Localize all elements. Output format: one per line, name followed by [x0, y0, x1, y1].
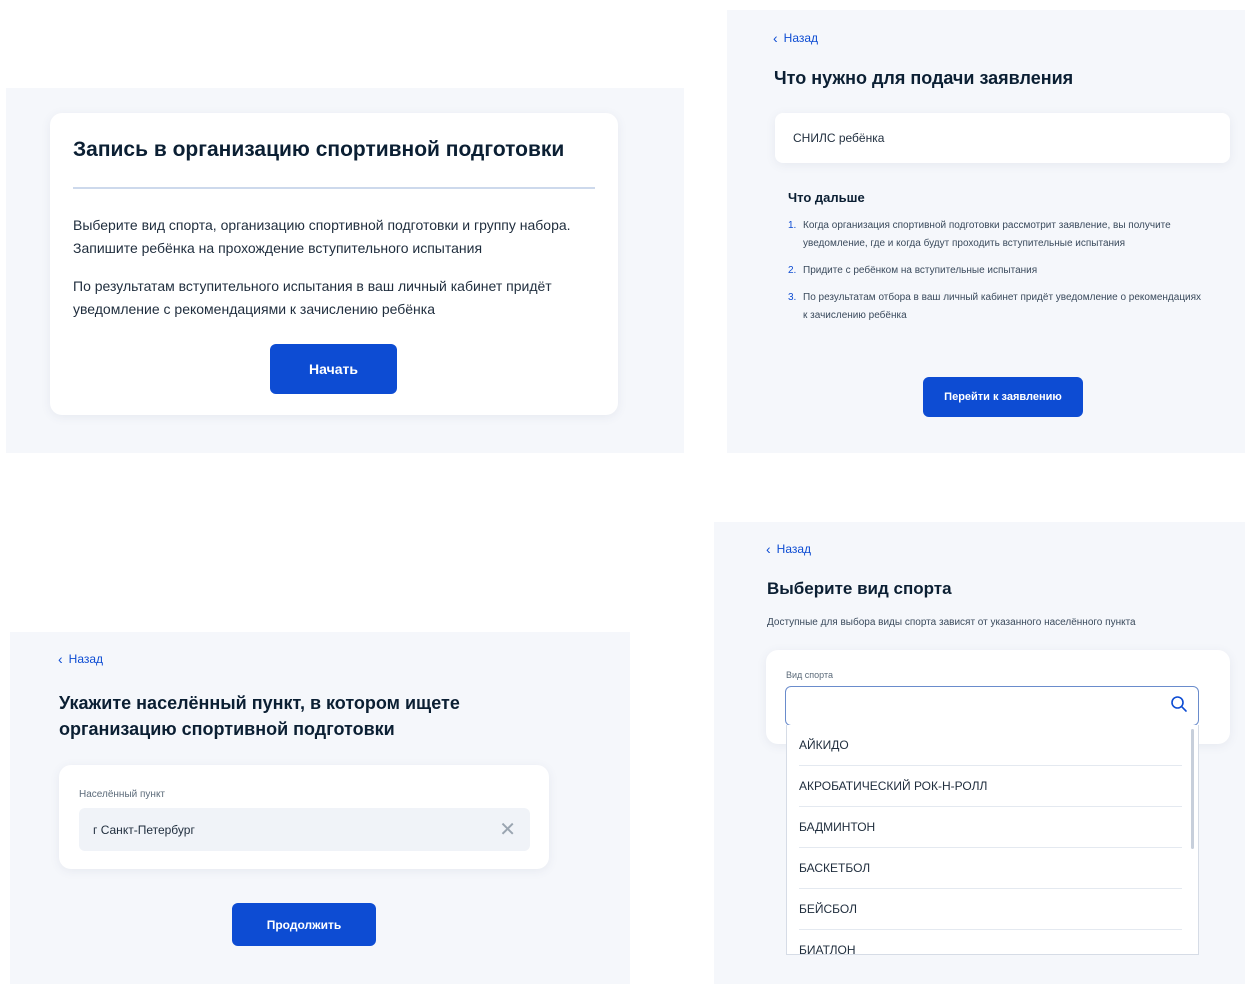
chevron-left-icon: ‹ [773, 30, 778, 46]
page-subtitle: Доступные для выбора виды спорта зависят… [767, 617, 1136, 628]
sport-option[interactable]: АЙКИДО [799, 725, 1182, 766]
step-item: 1. Когда организация спортивной подготовк… [788, 217, 1208, 253]
requirement-item: СНИЛС ребёнка [793, 131, 885, 145]
sport-field-label: Вид спорта [786, 670, 833, 680]
back-label: Назад [776, 542, 812, 556]
chevron-left-icon: ‹ [58, 651, 63, 667]
page-title: Что нужно для подачи заявления [774, 68, 1074, 88]
sport-select-screen: ‹ Назад Выберите вид спорта Доступные дл… [714, 522, 1245, 984]
requirements-screen: ‹ Назад Что нужно для подачи заявления С… [727, 10, 1245, 453]
sport-option[interactable]: БАСКЕТБОЛ [799, 848, 1182, 889]
sport-option[interactable]: АКРОБАТИЧЕСКИЙ РОК-Н-РОЛЛ [799, 766, 1182, 807]
step-item: 2. Придите с ребёнком на вступительные ис… [788, 262, 1208, 280]
back-link[interactable]: ‹ Назад [58, 652, 103, 666]
dropdown-scrollbar[interactable] [1191, 729, 1194, 849]
locality-screen: ‹ Назад Укажите населённый пункт, в кото… [10, 632, 630, 984]
search-icon[interactable] [1170, 695, 1188, 718]
sport-search-input[interactable] [785, 686, 1199, 726]
step-text: Когда организация спортивной подготовки … [803, 220, 1171, 249]
page-title: Укажите населённый пункт, в котором ищет… [59, 693, 460, 739]
sport-dropdown: АЙКИДО АКРОБАТИЧЕСКИЙ РОК-Н-РОЛЛ БАДМИНТ… [786, 725, 1199, 955]
step-number: 2. [788, 265, 797, 276]
back-label: Назад [68, 652, 104, 666]
back-link[interactable]: ‹ Назад [766, 542, 811, 556]
back-link[interactable]: ‹ Назад [773, 31, 818, 45]
intro-paragraph-1: Выберите вид спорта, организацию спортив… [73, 217, 571, 256]
divider [73, 187, 595, 189]
step-item: 3. По результатам отбора в ваш личный каб… [788, 289, 1208, 325]
chevron-left-icon: ‹ [766, 541, 771, 557]
step-text: Придите с ребёнком на вступительные испы… [803, 265, 1038, 276]
back-label: Назад [783, 31, 819, 45]
locality-value: г Санкт-Петербург [93, 822, 195, 837]
locality-input[interactable]: г Санкт-Петербург ✕ [79, 808, 530, 851]
sport-option[interactable]: БЕЙСБОЛ [799, 889, 1182, 930]
step-text: По результатам отбора в ваш личный кабин… [803, 292, 1202, 321]
continue-button[interactable]: Продолжить [232, 903, 376, 946]
requirement-card: СНИЛС ребёнка [775, 113, 1230, 163]
page-title: Запись в организацию спортивной подготов… [73, 138, 565, 161]
go-to-application-button[interactable]: Перейти к заявлению [923, 377, 1083, 417]
intro-paragraph-2: По результатам вступительного испытания … [73, 278, 552, 317]
locality-card: Населённый пункт г Санкт-Петербург ✕ [59, 765, 549, 869]
next-steps-heading: Что дальше [788, 190, 865, 205]
sport-option[interactable]: БИАТЛОН [799, 930, 1182, 954]
step-number: 1. [788, 220, 797, 231]
sport-option[interactable]: БАДМИНТОН [799, 807, 1182, 848]
step-number: 3. [788, 292, 797, 303]
next-steps-list: 1. Когда организация спортивной подготовк… [788, 217, 1208, 334]
close-icon[interactable]: ✕ [499, 820, 516, 840]
locality-field-label: Населённый пункт [79, 789, 166, 800]
start-button[interactable]: Начать [270, 344, 397, 394]
page-title: Выберите вид спорта [767, 579, 952, 598]
intro-screen: Запись в организацию спортивной подготов… [6, 88, 684, 453]
intro-card: Запись в организацию спортивной подготов… [50, 113, 618, 415]
sport-options-list: АЙКИДО АКРОБАТИЧЕСКИЙ РОК-Н-РОЛЛ БАДМИНТ… [787, 725, 1198, 954]
